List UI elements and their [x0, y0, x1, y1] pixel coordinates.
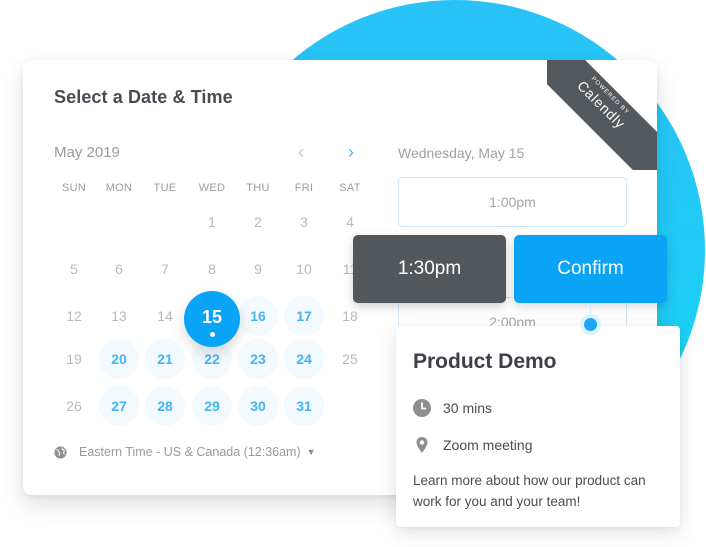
page-title: Select a Date & Time — [54, 87, 233, 107]
day-number: 3 — [300, 214, 308, 230]
day-number: 29 — [204, 398, 220, 414]
calendar-day-available[interactable]: 16 — [238, 296, 278, 336]
calendar-day: 5 — [54, 249, 94, 289]
calendar-day: 26 — [54, 386, 94, 426]
event-details-card: Product Demo 30 mins Zoom meeting Learn … — [396, 326, 680, 527]
globe-icon — [54, 445, 67, 459]
day-number: 9 — [254, 261, 262, 277]
calendar-day: 3 — [284, 202, 324, 242]
calendar-day: 6 — [99, 249, 139, 289]
powered-by-ribbon[interactable]: POWERED BY Calendly — [547, 60, 657, 170]
day-number: 31 — [296, 398, 312, 414]
day-number: 17 — [296, 308, 312, 324]
event-title: Product Demo — [413, 350, 557, 373]
ribbon-brand: Calendly — [574, 77, 629, 132]
calendar-day: 8 — [192, 249, 232, 289]
day-number: 16 — [250, 308, 266, 324]
day-number: 20 — [111, 351, 127, 367]
day-number: 22 — [204, 351, 220, 367]
day-number: 5 — [70, 261, 78, 277]
day-number: 23 — [250, 351, 266, 367]
day-number: 25 — [342, 351, 358, 367]
caret-down-icon: ▼ — [306, 447, 316, 457]
clock-icon — [413, 399, 431, 417]
day-number: 8 — [208, 261, 216, 277]
connector-dot — [584, 318, 597, 331]
calendar-day: 7 — [145, 249, 185, 289]
day-number: 27 — [111, 398, 127, 414]
calendar-day-available[interactable]: 28 — [145, 386, 185, 426]
calendar-day-available[interactable]: 17 — [284, 296, 324, 336]
day-number: 18 — [342, 308, 358, 324]
day-number: 19 — [66, 351, 82, 367]
calendar-day-available[interactable]: 24 — [284, 339, 324, 379]
weekday-label: SAT — [339, 182, 361, 194]
day-number: 21 — [157, 351, 173, 367]
calendar-day-available[interactable]: 23 — [238, 339, 278, 379]
calendar-day-available[interactable]: 29 — [192, 386, 232, 426]
event-location: Zoom meeting — [413, 436, 532, 454]
timezone-label: Eastern Time - US & Canada (12:36am) — [79, 445, 301, 459]
calendar-day: 14 — [145, 296, 185, 336]
calendar-day-available[interactable]: 30 — [238, 386, 278, 426]
day-number: 10 — [296, 261, 312, 277]
weekday-label: SUN — [61, 182, 87, 194]
day-number: 7 — [161, 261, 169, 277]
calendar-day-available[interactable]: 20 — [99, 339, 139, 379]
event-duration: 30 mins — [413, 399, 492, 417]
chevron-right-icon[interactable]: › — [341, 140, 361, 164]
calendar-day: 2 — [238, 202, 278, 242]
day-number: 26 — [66, 398, 82, 414]
day-number: 4 — [346, 214, 354, 230]
calendar-day-available[interactable]: 31 — [284, 386, 324, 426]
weekday-label: THU — [246, 182, 270, 194]
day-number: 14 — [157, 308, 173, 324]
day-number: 1 — [208, 214, 216, 230]
day-number: 12 — [66, 308, 82, 324]
day-number: 28 — [157, 398, 173, 414]
weekday-label: MON — [105, 182, 133, 194]
month-label: May 2019 — [54, 144, 120, 161]
timezone-selector[interactable]: Eastern Time - US & Canada (12:36am) ▼ — [54, 445, 316, 459]
selected-indicator-dot — [209, 332, 215, 337]
calendar-day: 12 — [54, 296, 94, 336]
calendar-day: 19 — [54, 339, 94, 379]
weekday-label: WED — [198, 182, 226, 194]
calendar-day: 1 — [192, 202, 232, 242]
time-slot[interactable]: 1:00pm — [398, 177, 627, 227]
calendar-day: 9 — [238, 249, 278, 289]
weekday-label: TUE — [153, 182, 177, 194]
weekday-header: SUN MON TUE WED THU FRI SAT — [51, 182, 360, 198]
calendar-day: 10 — [284, 249, 324, 289]
day-number: 2 — [254, 214, 262, 230]
calendar-day-selected[interactable]: 15 — [184, 291, 240, 347]
event-description: Learn more about how our product can wor… — [413, 473, 646, 509]
duration-text: 30 mins — [443, 400, 493, 416]
day-number: 15 — [201, 307, 223, 327]
calendar-day-available[interactable]: 21 — [145, 339, 185, 379]
day-number: 6 — [115, 261, 123, 277]
calendar-day: 25 — [330, 339, 370, 379]
weekday-label: FRI — [294, 182, 314, 194]
day-number: 30 — [250, 398, 266, 414]
confirm-button[interactable]: Confirm — [514, 235, 667, 303]
day-number: 24 — [296, 351, 312, 367]
selected-date-heading: Wednesday, May 15 — [398, 145, 525, 161]
chevron-left-icon[interactable]: ‹ — [291, 140, 311, 164]
location-text: Zoom meeting — [443, 437, 533, 453]
calendar-day: 13 — [99, 296, 139, 336]
day-number: 13 — [111, 308, 127, 324]
selected-time-button[interactable]: 1:30pm — [353, 235, 506, 303]
location-pin-icon — [416, 437, 428, 453]
calendar-day-available[interactable]: 27 — [99, 386, 139, 426]
